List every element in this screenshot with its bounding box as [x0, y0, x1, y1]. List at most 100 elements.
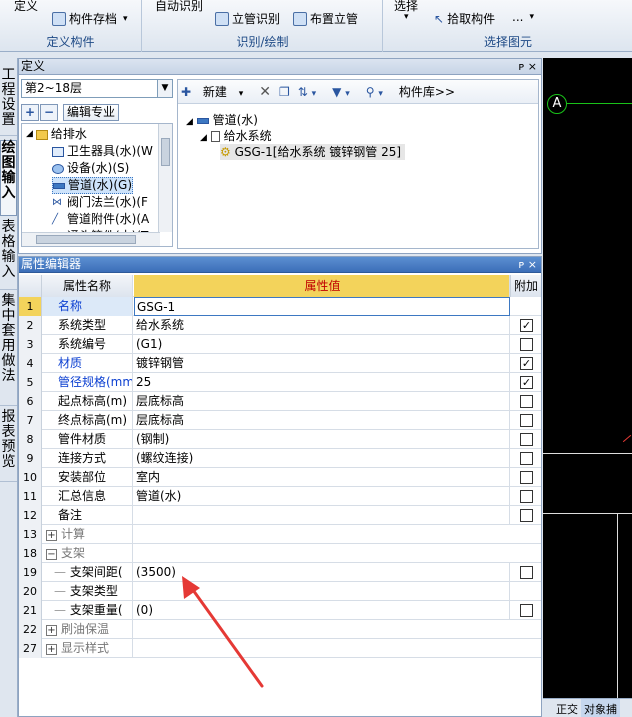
new-button[interactable]: ✚ 新建 ▾	[181, 83, 251, 100]
attach-checkbox[interactable]	[520, 338, 533, 351]
property-row[interactable]: 13 + 计算	[19, 525, 541, 544]
delete-icon[interactable]: ✕	[259, 84, 271, 100]
attach-checkbox[interactable]	[520, 604, 533, 617]
filter-icon[interactable]: ▼ ▾	[332, 85, 358, 99]
property-value[interactable]: 层底标高	[134, 392, 510, 411]
property-row[interactable]: 9 连接方式 (螺纹连接)	[19, 449, 541, 468]
property-value[interactable]: (3500)	[134, 563, 510, 582]
property-value[interactable]	[134, 620, 510, 639]
tree-node-sanitary[interactable]: 卫生器具(水)(W	[52, 143, 153, 160]
chevron-down-icon[interactable]: ▾	[123, 14, 128, 24]
property-value[interactable]: 室内	[134, 468, 510, 487]
ortho-toggle[interactable]: 正交	[553, 699, 581, 717]
property-row[interactable]: 4 材质 镀锌钢管 ✓	[19, 354, 541, 373]
property-row[interactable]: 22 + 刷油保温	[19, 620, 541, 639]
collapse-all-icon[interactable]: −	[40, 103, 58, 121]
tree-node-accessory[interactable]: ╱ 管道附件(水)(A	[52, 211, 149, 228]
tab-drawing-input[interactable]: 绘图输入	[0, 140, 17, 216]
property-value[interactable]	[134, 506, 510, 525]
tab-report-preview[interactable]: 报表预览	[0, 410, 17, 482]
sort-icon[interactable]: ⇅ ▾	[298, 85, 324, 99]
property-value[interactable]: 管道(水)	[134, 487, 510, 506]
property-value[interactable]	[134, 639, 510, 658]
tab-table-input[interactable]: 表格输入	[0, 220, 17, 290]
property-row[interactable]: 21— 支架重量((0)	[19, 601, 541, 620]
close-icon[interactable]: ×	[528, 60, 537, 73]
attach-checkbox[interactable]: ✓	[520, 376, 533, 389]
scroll-thumb[interactable]	[36, 235, 136, 244]
auto-identify-button[interactable]: 自动识别	[155, 0, 203, 14]
find-icon[interactable]: ⚲ ▾	[366, 85, 391, 99]
more-button[interactable]: ... ▾	[512, 10, 534, 24]
property-value[interactable]	[134, 525, 510, 544]
property-row[interactable]: 2 系统类型 给水系统 ✓	[19, 316, 541, 335]
attach-checkbox[interactable]	[520, 566, 533, 579]
edit-major-button[interactable]: 编辑专业	[63, 103, 120, 121]
property-value[interactable]: 给水系统	[134, 316, 510, 335]
copy-icon[interactable]: ❐	[279, 85, 290, 99]
save-component-button[interactable]: 构件存档 ▾	[52, 10, 128, 27]
collapse-icon[interactable]: ◢	[186, 117, 193, 127]
horizontal-scrollbar[interactable]	[22, 232, 160, 246]
attach-checkbox[interactable]	[520, 509, 533, 522]
riser-identify-button[interactable]: 立管识别	[215, 10, 280, 27]
vertical-scrollbar[interactable]	[158, 124, 172, 232]
snap-toggle[interactable]: 对象捕	[581, 699, 620, 717]
property-row[interactable]: 27 + 显示样式	[19, 639, 541, 658]
property-row[interactable]: 12 备注	[19, 506, 541, 525]
chevron-down-icon[interactable]: ▾	[404, 12, 409, 22]
property-row[interactable]: 5 管径规格(mm 25 ✓	[19, 373, 541, 392]
expand-icon[interactable]: +	[46, 625, 57, 636]
collapse-icon[interactable]: −	[46, 549, 57, 560]
property-row[interactable]: 18− 支架	[19, 544, 541, 563]
attach-checkbox[interactable]	[520, 490, 533, 503]
property-row[interactable]: 10 安装部位 室内	[19, 468, 541, 487]
pin-icon[interactable]: ᴘ	[519, 258, 525, 271]
tab-apply-method[interactable]: 集中套用做法	[0, 294, 17, 406]
property-row[interactable]: 20— 支架类型	[19, 582, 541, 601]
property-row[interactable]: 3 系统编号 (G1)	[19, 335, 541, 354]
property-value[interactable]: 25	[134, 373, 510, 392]
attach-checkbox[interactable]	[520, 395, 533, 408]
tree-node-water-supply[interactable]: ◢ 给排水	[26, 126, 87, 143]
place-riser-button[interactable]: 布置立管	[293, 10, 358, 27]
attach-checkbox[interactable]: ✓	[520, 319, 533, 332]
attach-checkbox[interactable]	[520, 414, 533, 427]
property-row[interactable]: 1 名称 GSG-1	[19, 297, 541, 316]
property-value[interactable]	[134, 582, 510, 601]
chevron-down-icon[interactable]: ▼	[157, 80, 172, 97]
rtree-node-gsg1[interactable]: ⚙ GSG-1[给水系统 镀锌钢管 25]	[220, 144, 406, 160]
collapse-icon[interactable]: ◢	[200, 133, 207, 143]
pick-component-button[interactable]: ↖ 拾取构件	[434, 10, 495, 27]
property-row[interactable]: 19— 支架间距((3500)	[19, 563, 541, 582]
attach-checkbox[interactable]: ✓	[520, 357, 533, 370]
property-value[interactable]: 层底标高	[134, 411, 510, 430]
property-row[interactable]: 6 起点标高(m) 层底标高	[19, 392, 541, 411]
floor-select[interactable]: 第2~18层 ▼	[21, 79, 173, 98]
rtree-node-system[interactable]: ◢ 给水系统	[200, 128, 272, 144]
property-value[interactable]: (0)	[134, 601, 510, 620]
tree-node-equipment[interactable]: 设备(水)(S)	[52, 160, 129, 177]
property-row[interactable]: 11 汇总信息 管道(水)	[19, 487, 541, 506]
tree-node-valve[interactable]: ⋈ 阀门法兰(水)(F	[52, 194, 148, 211]
property-value[interactable]: GSG-1	[134, 297, 510, 316]
cad-canvas[interactable]: A 正交 对象捕	[543, 58, 632, 717]
property-row[interactable]: 8 管件材质 (钢制)	[19, 430, 541, 449]
pin-icon[interactable]: ᴘ	[519, 60, 525, 73]
rtree-node-pipe[interactable]: ◢ 管道(水)	[186, 112, 258, 128]
tab-project-settings[interactable]: 工程设置	[0, 68, 17, 136]
component-library-button[interactable]: 构件库>>	[399, 83, 455, 100]
tree-node-pipe[interactable]: 管道(水)(G)	[52, 177, 134, 194]
collapse-icon[interactable]: ◢	[26, 126, 33, 143]
property-value[interactable]	[134, 544, 510, 563]
scroll-thumb[interactable]	[161, 138, 170, 166]
property-value[interactable]: (螺纹连接)	[134, 449, 510, 468]
property-row[interactable]: 7 终点标高(m) 层底标高	[19, 411, 541, 430]
expand-icon[interactable]: +	[46, 644, 57, 655]
define-button[interactable]: 定义	[14, 0, 38, 14]
attach-checkbox[interactable]	[520, 471, 533, 484]
attach-checkbox[interactable]	[520, 452, 533, 465]
attach-checkbox[interactable]	[520, 433, 533, 446]
close-icon[interactable]: ×	[528, 258, 537, 271]
property-value[interactable]: 镀锌钢管	[134, 354, 510, 373]
